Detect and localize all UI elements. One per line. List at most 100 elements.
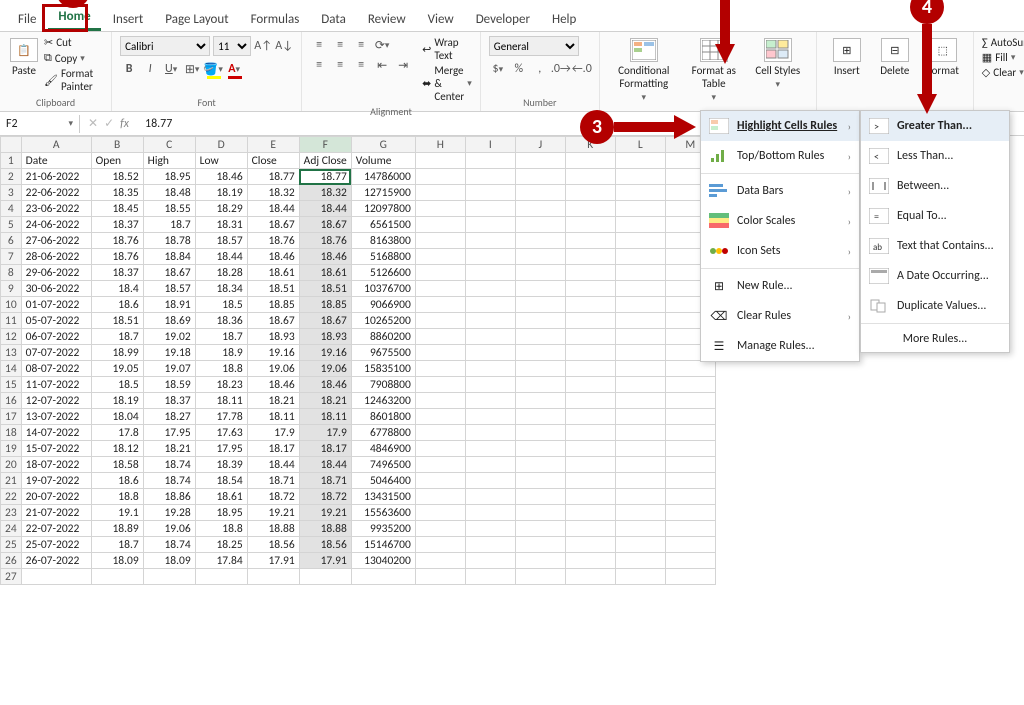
cell-K20[interactable]: [565, 457, 615, 473]
cell-K6[interactable]: [565, 233, 615, 249]
cell-K12[interactable]: [565, 329, 615, 345]
cell-J11[interactable]: [515, 313, 565, 329]
cell-F18[interactable]: 17.9: [299, 425, 351, 441]
cell-G12[interactable]: 8860200: [351, 329, 415, 345]
cell-C7[interactable]: 18.84: [143, 249, 195, 265]
cell-D8[interactable]: 18.28: [195, 265, 247, 281]
cell-A4[interactable]: 23-06-2022: [21, 201, 91, 217]
cell-H27[interactable]: [415, 569, 465, 585]
cell-J21[interactable]: [515, 473, 565, 489]
cell-I19[interactable]: [465, 441, 515, 457]
fill-color-button[interactable]: 🪣▾: [204, 60, 222, 78]
insert-cells-button[interactable]: ⊞ Insert: [825, 36, 869, 79]
row-header-14[interactable]: 14: [1, 361, 22, 377]
cell-I3[interactable]: [465, 185, 515, 201]
cell-B10[interactable]: 18.6: [91, 297, 143, 313]
cell-G27[interactable]: [351, 569, 415, 585]
cell-J8[interactable]: [515, 265, 565, 281]
column-header-C[interactable]: C: [143, 137, 195, 153]
cell-M20[interactable]: [665, 457, 715, 473]
cell-H10[interactable]: [415, 297, 465, 313]
cell-J13[interactable]: [515, 345, 565, 361]
cell-H5[interactable]: [415, 217, 465, 233]
row-header-3[interactable]: 3: [1, 185, 22, 201]
cell-C6[interactable]: 18.78: [143, 233, 195, 249]
cell-F9[interactable]: 18.51: [299, 281, 351, 297]
orientation-icon[interactable]: ⟳▾: [373, 36, 391, 54]
cf-manage-rules[interactable]: ☰ Manage Rules...: [701, 331, 859, 361]
column-header-B[interactable]: B: [91, 137, 143, 153]
autosum-button[interactable]: ∑ AutoSum: [982, 36, 1024, 49]
row-header-20[interactable]: 20: [1, 457, 22, 473]
cell-F20[interactable]: 18.44: [299, 457, 351, 473]
cell-L8[interactable]: [615, 265, 665, 281]
cell-A11[interactable]: 05-07-2022: [21, 313, 91, 329]
cell-C19[interactable]: 18.21: [143, 441, 195, 457]
cf-icon-sets[interactable]: Icon Sets ›: [701, 236, 859, 266]
cell-L27[interactable]: [615, 569, 665, 585]
cell-K24[interactable]: [565, 521, 615, 537]
cell-I20[interactable]: [465, 457, 515, 473]
cell-K22[interactable]: [565, 489, 615, 505]
cell-D17[interactable]: 17.78: [195, 409, 247, 425]
cell-G19[interactable]: 4846900: [351, 441, 415, 457]
tab-help[interactable]: Help: [542, 8, 586, 31]
row-header-2[interactable]: 2: [1, 169, 22, 185]
cell-H13[interactable]: [415, 345, 465, 361]
cell-L9[interactable]: [615, 281, 665, 297]
cell-J19[interactable]: [515, 441, 565, 457]
cell-H3[interactable]: [415, 185, 465, 201]
cell-F16[interactable]: 18.21: [299, 393, 351, 409]
row-header-15[interactable]: 15: [1, 377, 22, 393]
cell-A26[interactable]: 26-07-2022: [21, 553, 91, 569]
tab-file[interactable]: File: [8, 8, 46, 31]
cell-F2[interactable]: 18.77: [299, 169, 351, 185]
clear-button[interactable]: ◇ Clear ▾: [982, 66, 1024, 79]
cell-C1[interactable]: High: [143, 153, 195, 169]
cell-E25[interactable]: 18.56: [247, 537, 299, 553]
cell-I10[interactable]: [465, 297, 515, 313]
align-right-icon[interactable]: ≡: [352, 56, 370, 74]
cell-L26[interactable]: [615, 553, 665, 569]
cell-I9[interactable]: [465, 281, 515, 297]
row-header-27[interactable]: 27: [1, 569, 22, 585]
cell-A22[interactable]: 20-07-2022: [21, 489, 91, 505]
cell-K10[interactable]: [565, 297, 615, 313]
cell-H2[interactable]: [415, 169, 465, 185]
cell-E20[interactable]: 18.44: [247, 457, 299, 473]
cell-G18[interactable]: 6778800: [351, 425, 415, 441]
cell-D7[interactable]: 18.44: [195, 249, 247, 265]
cell-E1[interactable]: Close: [247, 153, 299, 169]
cell-A12[interactable]: 06-07-2022: [21, 329, 91, 345]
cell-E13[interactable]: 19.16: [247, 345, 299, 361]
border-button[interactable]: ⊞▾: [183, 60, 201, 78]
cell-B12[interactable]: 18.7: [91, 329, 143, 345]
font-size-select[interactable]: 11: [213, 36, 251, 56]
paste-button[interactable]: 📋 Paste: [8, 36, 40, 79]
increase-font-icon[interactable]: A↑: [254, 37, 272, 55]
cell-M23[interactable]: [665, 505, 715, 521]
cell-I6[interactable]: [465, 233, 515, 249]
cell-E26[interactable]: 17.91: [247, 553, 299, 569]
cell-E24[interactable]: 18.88: [247, 521, 299, 537]
cell-J12[interactable]: [515, 329, 565, 345]
cell-H22[interactable]: [415, 489, 465, 505]
cell-J4[interactable]: [515, 201, 565, 217]
bold-button[interactable]: B: [120, 60, 138, 78]
cell-G13[interactable]: 9675500: [351, 345, 415, 361]
cf-between[interactable]: Between...: [861, 171, 1009, 201]
cell-L21[interactable]: [615, 473, 665, 489]
copy-button[interactable]: ⧉ Copy ▾: [44, 51, 103, 65]
cell-B20[interactable]: 18.58: [91, 457, 143, 473]
row-header-21[interactable]: 21: [1, 473, 22, 489]
row-header-4[interactable]: 4: [1, 201, 22, 217]
number-format-select[interactable]: General: [489, 36, 579, 56]
cell-G22[interactable]: 13431500: [351, 489, 415, 505]
cell-A7[interactable]: 28-06-2022: [21, 249, 91, 265]
cell-J26[interactable]: [515, 553, 565, 569]
cell-J20[interactable]: [515, 457, 565, 473]
cell-H8[interactable]: [415, 265, 465, 281]
cell-K19[interactable]: [565, 441, 615, 457]
cell-J7[interactable]: [515, 249, 565, 265]
cell-A5[interactable]: 24-06-2022: [21, 217, 91, 233]
